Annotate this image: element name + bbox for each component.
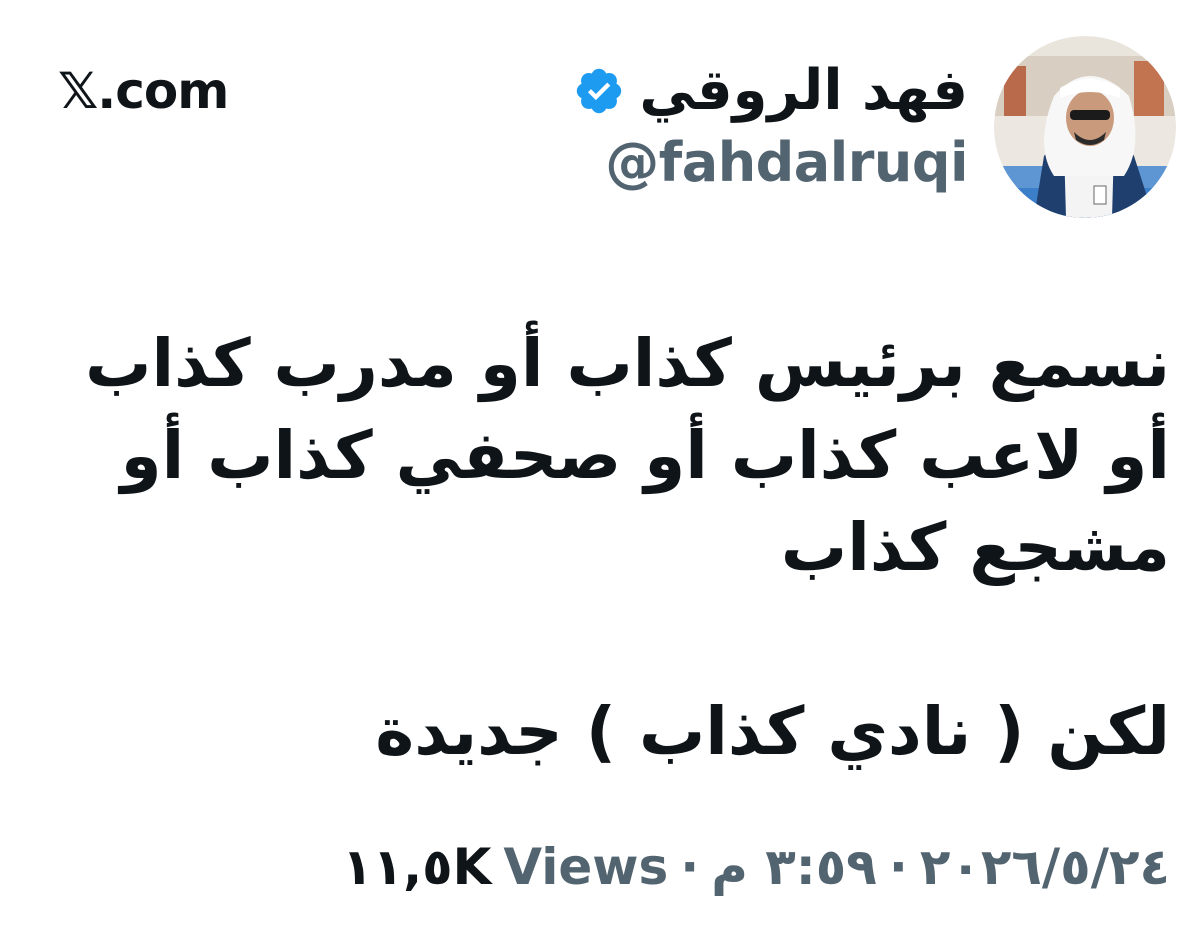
avatar[interactable]: [994, 36, 1176, 218]
tweet-time[interactable]: ٣:٥٩ م: [711, 838, 877, 896]
views-count: ١١,٥K: [342, 838, 492, 896]
author-names: فهد الروقي @fahdalruqi: [573, 60, 968, 194]
meta-separator: ·: [680, 838, 700, 896]
tweet-paragraph-2: لكن ( نادي كذاب ) جديدة: [375, 693, 1170, 770]
meta-separator: ·: [888, 838, 908, 896]
tweet-date[interactable]: ٢٠٢٦/٥/٢٤: [920, 838, 1170, 896]
x-brand-link[interactable]: 𝕏 .com: [58, 62, 229, 120]
tweet-paragraph-1: نسمع برئيس كذاب أو مدرب كذاب أو لاعب كذا…: [85, 325, 1170, 586]
tweet-text: نسمع برئيس كذاب أو مدرب كذاب أو لاعب كذا…: [60, 318, 1170, 778]
x-logo-icon: 𝕏: [58, 62, 98, 120]
brand-domain: .com: [97, 62, 229, 120]
author-handle[interactable]: @fahdalruqi: [605, 131, 968, 194]
author-display-name[interactable]: فهد الروقي: [639, 60, 968, 122]
display-name-row: فهد الروقي: [573, 60, 968, 122]
verified-badge-icon[interactable]: [573, 65, 625, 117]
avatar-photo: [994, 36, 1176, 218]
tweet-meta: ٢٠٢٦/٥/٢٤ · ٣:٥٩ م · Views ١١,٥K: [342, 838, 1170, 896]
views-label: Views: [503, 838, 669, 896]
tweet-screenshot: 𝕏 .com فهد الروقي @fahdalruqi نسمع برئيس…: [0, 0, 1200, 932]
tweet-author[interactable]: فهد الروقي @fahdalruqi: [573, 36, 1176, 218]
